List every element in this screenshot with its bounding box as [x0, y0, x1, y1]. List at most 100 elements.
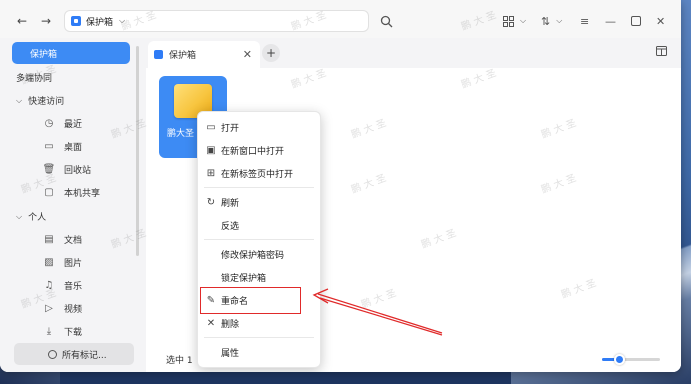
close-icon[interactable]: ✕: [243, 48, 252, 61]
maximize-icon: [631, 16, 641, 26]
chevron-down-icon: ⌵: [556, 16, 563, 25]
chevron-down-icon[interactable]: ⌵: [119, 16, 125, 26]
minimize-button[interactable]: —: [605, 12, 616, 30]
menu-item-label: 反选: [221, 221, 240, 232]
document-icon: ▤: [44, 233, 54, 245]
title-bar: ← → 保护箱 ⌵ ⌵ ⇅ ⌵ ≡ — ✕: [0, 0, 681, 42]
image-icon: ▨: [44, 256, 54, 268]
sidebar-item-label: 最近: [64, 119, 83, 130]
sidebar-group-quick-access[interactable]: ⌵ 快速访问: [16, 94, 65, 108]
sidebar-item-label: 音乐: [64, 281, 83, 292]
new-tab-icon: ⊞: [206, 167, 216, 179]
sidebar-item-downloads[interactable]: ⤓ 下载: [12, 320, 130, 342]
vault-icon: [154, 50, 163, 59]
sidebar-group-label: 个人: [28, 213, 47, 223]
hamburger-menu-icon: ≡: [580, 14, 590, 28]
menu-item-open-new-tab[interactable]: ⊞ 在新标签页中打开: [198, 162, 320, 184]
menu-separator: [204, 187, 314, 188]
sidebar-item-label: 多端协同: [16, 74, 53, 84]
tab-label: 保护箱: [169, 51, 197, 61]
sidebar-item-label: 图片: [64, 258, 83, 269]
sidebar-item-recent[interactable]: ◷ 最近: [12, 112, 130, 134]
minimize-icon: —: [605, 14, 616, 28]
menu-item-label: 删除: [221, 319, 240, 330]
search-button[interactable]: [380, 12, 393, 30]
search-icon: [380, 15, 393, 27]
sidebar-item-desktop[interactable]: ▭ 桌面: [12, 135, 130, 157]
view-mode-button[interactable]: ⌵: [503, 12, 526, 30]
chevron-down-icon: ⌵: [16, 211, 23, 221]
zoom-slider-handle[interactable]: [614, 354, 626, 365]
tab-bar: 保护箱 ✕ +: [146, 38, 681, 68]
address-bar[interactable]: 保护箱 ⌵: [64, 10, 369, 32]
sidebar-item-label: 视频: [64, 304, 83, 315]
sidebar-scrollbar[interactable]: [136, 46, 139, 256]
grid-view-icon: [503, 15, 514, 27]
menu-separator: [204, 337, 314, 338]
sidebar-group-personal[interactable]: ⌵ 个人: [16, 210, 47, 224]
back-button[interactable]: ←: [12, 11, 32, 31]
annotation-highlight-box: [200, 287, 301, 314]
folder-icon: ▢: [44, 186, 54, 198]
vault-icon: [71, 16, 81, 26]
annotation-arrow: [312, 288, 443, 336]
sidebar-panel-icon: [656, 46, 667, 56]
menu-separator: [204, 239, 314, 240]
refresh-icon: ↻: [206, 196, 216, 208]
sidebar-item-pictures[interactable]: ▨ 图片: [12, 251, 130, 273]
menu-item-change-password[interactable]: 修改保护箱密码: [198, 243, 320, 265]
plus-icon: +: [265, 46, 277, 60]
menu-item-refresh[interactable]: ↻ 刷新: [198, 191, 320, 213]
zoom-slider[interactable]: [602, 354, 660, 365]
menu-item-label: 修改保护箱密码: [221, 250, 285, 261]
menu-item-label: 在新标签页中打开: [221, 169, 294, 180]
menu-item-label: 锁定保护箱: [221, 273, 267, 284]
sidebar-item-documents[interactable]: ▤ 文档: [12, 228, 130, 250]
sidebar-item-videos[interactable]: ▷ 视频: [12, 297, 130, 319]
menu-button[interactable]: ≡: [580, 12, 589, 30]
menu-item-label: 在新窗口中打开: [221, 146, 285, 157]
forward-button[interactable]: →: [36, 11, 56, 31]
sidebar-item-label: 下载: [64, 327, 83, 338]
sort-button[interactable]: ⇅ ⌵: [541, 12, 562, 30]
sidebar-item-trash[interactable]: 🗑 回收站: [12, 158, 130, 180]
video-icon: ▷: [45, 302, 53, 314]
clock-icon: ◷: [44, 117, 54, 129]
menu-item-open-new-window[interactable]: ▣ 在新窗口中打开: [198, 139, 320, 161]
trash-icon: 🗑: [42, 163, 56, 175]
tag-icon: [48, 349, 57, 359]
sidebar-item-local-share[interactable]: ▢ 本机共享: [12, 181, 130, 203]
menu-item-label: 打开: [221, 123, 240, 134]
sidebar-item-music[interactable]: ♫ 音乐: [12, 274, 130, 296]
tab-vault[interactable]: 保护箱 ✕: [148, 41, 260, 68]
sidebar-item-label: 本机共享: [64, 188, 101, 199]
sidebar-item-multi-sync[interactable]: 多端协同: [16, 71, 52, 84]
details-pane-button[interactable]: [656, 46, 667, 59]
music-icon: ♫: [44, 279, 54, 291]
sidebar-group-label: 快速访问: [28, 97, 65, 107]
close-icon: ✕: [656, 14, 666, 28]
sidebar: 保护箱 多端协同 ⌵ 快速访问 ◷ 最近 ▭ 桌面 🗑 回收站 ▢ 本机共享 ⌵ 个人 ▤ 文…: [0, 38, 146, 372]
sidebar-item-label: 所有标记...: [62, 350, 107, 361]
new-tab-button[interactable]: +: [262, 44, 280, 62]
sidebar-item-label: 文档: [64, 235, 83, 246]
close-button[interactable]: ✕: [656, 12, 665, 30]
menu-item-open[interactable]: ▭ 打开: [198, 116, 320, 138]
sidebar-item-all-tags[interactable]: 所有标记...: [14, 343, 134, 365]
menu-item-label: 属性: [221, 348, 240, 359]
maximize-button[interactable]: [631, 12, 641, 30]
download-icon: ⤓: [46, 325, 52, 337]
chevron-down-icon: ⌵: [16, 95, 23, 105]
address-text: 保护箱: [86, 17, 114, 28]
folder-open-icon: ▭: [206, 121, 216, 133]
arrow-right-icon: →: [40, 14, 52, 28]
menu-item-label: 刷新: [221, 198, 240, 209]
monitor-icon: ▭: [44, 140, 54, 152]
window-icon: ▣: [206, 144, 216, 156]
menu-item-invert-select[interactable]: 反选: [198, 214, 320, 236]
sidebar-item-label: 回收站: [64, 165, 92, 176]
sort-icon: ⇅: [541, 14, 551, 28]
sidebar-item-vault[interactable]: 保护箱: [12, 42, 130, 64]
status-text: 选中 1: [166, 356, 193, 366]
close-icon: ✕: [206, 317, 216, 329]
